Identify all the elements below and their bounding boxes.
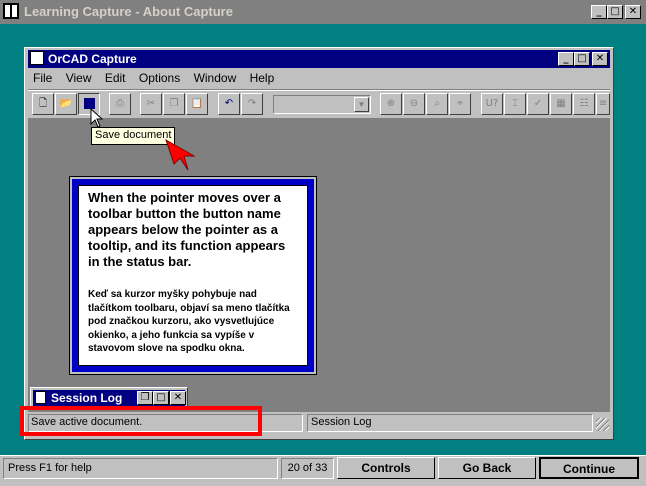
outer-title-bar: Learning Capture - About Capture _ □ ✕ — [0, 0, 646, 24]
continue-button[interactable]: Continue — [539, 457, 639, 479]
cut-icon[interactable]: ✂ — [140, 93, 162, 115]
undo-icon[interactable]: ↶ — [218, 93, 240, 115]
info-text-english: When the pointer moves over a toolbar bu… — [88, 190, 286, 269]
size-grip-icon[interactable] — [596, 418, 609, 431]
new-document-icon[interactable]: 🗋 — [32, 93, 54, 115]
capture-minimize-button[interactable]: _ — [558, 52, 574, 66]
copy-icon[interactable]: ❐ — [163, 93, 185, 115]
netlist-icon[interactable]: ▦ — [550, 93, 572, 115]
capture-app-icon — [30, 51, 44, 65]
session-log-title: Session Log — [51, 391, 123, 405]
part-combo-box[interactable]: ▼ — [273, 95, 371, 114]
zoom-all-icon[interactable]: ⌖ — [449, 93, 471, 115]
zoom-in-icon[interactable]: ⊕ — [380, 93, 402, 115]
capture-close-button[interactable]: ✕ — [592, 52, 608, 66]
drc-check-icon[interactable]: ✓ — [527, 93, 549, 115]
session-log-restore-button[interactable]: ❐ — [137, 391, 153, 405]
mouse-pointer-icon — [90, 108, 104, 128]
outer-window-title: Learning Capture - About Capture — [24, 4, 233, 19]
help-text-pane: Press F1 for help — [3, 458, 278, 479]
page-counter-text: 20 of 33 — [287, 462, 328, 474]
page-counter: 20 of 33 — [281, 458, 334, 479]
info-text-slovak: Keď sa kurzor myšky pohybuje nad tlačítk… — [88, 289, 290, 354]
properties-icon[interactable]: ≡ — [596, 93, 610, 115]
menu-bar: File View Edit Options Window Help — [33, 71, 603, 87]
menu-file[interactable]: File — [33, 71, 52, 85]
go-back-button[interactable]: Go Back — [438, 457, 536, 479]
capture-window-title: OrCAD Capture — [48, 52, 137, 66]
capture-maximize-button[interactable]: □ — [574, 52, 590, 66]
toolbar-divider — [28, 89, 610, 91]
session-log-close-button[interactable]: ✕ — [170, 391, 186, 405]
app-icon — [3, 3, 19, 19]
red-arrow-icon — [165, 138, 196, 171]
annotate-icon[interactable]: ⌶ — [504, 93, 526, 115]
outer-maximize-button[interactable]: □ — [607, 5, 623, 19]
outer-minimize-button[interactable]: _ — [591, 5, 607, 19]
zoom-out-icon[interactable]: ⊖ — [403, 93, 425, 115]
status-session-log: Session Log — [311, 416, 372, 428]
menu-view[interactable]: View — [66, 71, 92, 85]
open-folder-icon[interactable]: 📂 — [55, 93, 77, 115]
paste-icon[interactable]: 📋 — [186, 93, 208, 115]
session-log-icon — [35, 391, 46, 404]
menu-help[interactable]: Help — [250, 71, 275, 85]
capture-title-bar: OrCAD Capture _ □ ✕ — [28, 50, 610, 68]
menu-edit[interactable]: Edit — [105, 71, 126, 85]
tooltip-text: Save document — [95, 129, 172, 141]
tooltip: Save document — [91, 127, 176, 145]
status-highlight-box — [20, 406, 262, 436]
menu-options[interactable]: Options — [139, 71, 180, 85]
chevron-down-icon[interactable]: ▼ — [354, 97, 369, 112]
help-pointer-icon[interactable]: U? — [481, 93, 503, 115]
zoom-area-icon[interactable]: ⌕ — [426, 93, 448, 115]
info-box: When the pointer moves over a toolbar bu… — [69, 176, 317, 375]
outer-close-button[interactable]: ✕ — [625, 5, 641, 19]
controls-button[interactable]: Controls — [337, 457, 435, 479]
bill-of-materials-icon[interactable]: ☷ — [573, 93, 595, 115]
status-pane-right: Session Log — [307, 414, 593, 432]
help-text: Press F1 for help — [8, 462, 92, 474]
menu-window[interactable]: Window — [194, 71, 237, 85]
redo-icon[interactable]: ↷ — [241, 93, 263, 115]
print-icon[interactable]: ⎙ — [109, 93, 131, 115]
session-log-maximize-button[interactable]: □ — [153, 391, 169, 405]
